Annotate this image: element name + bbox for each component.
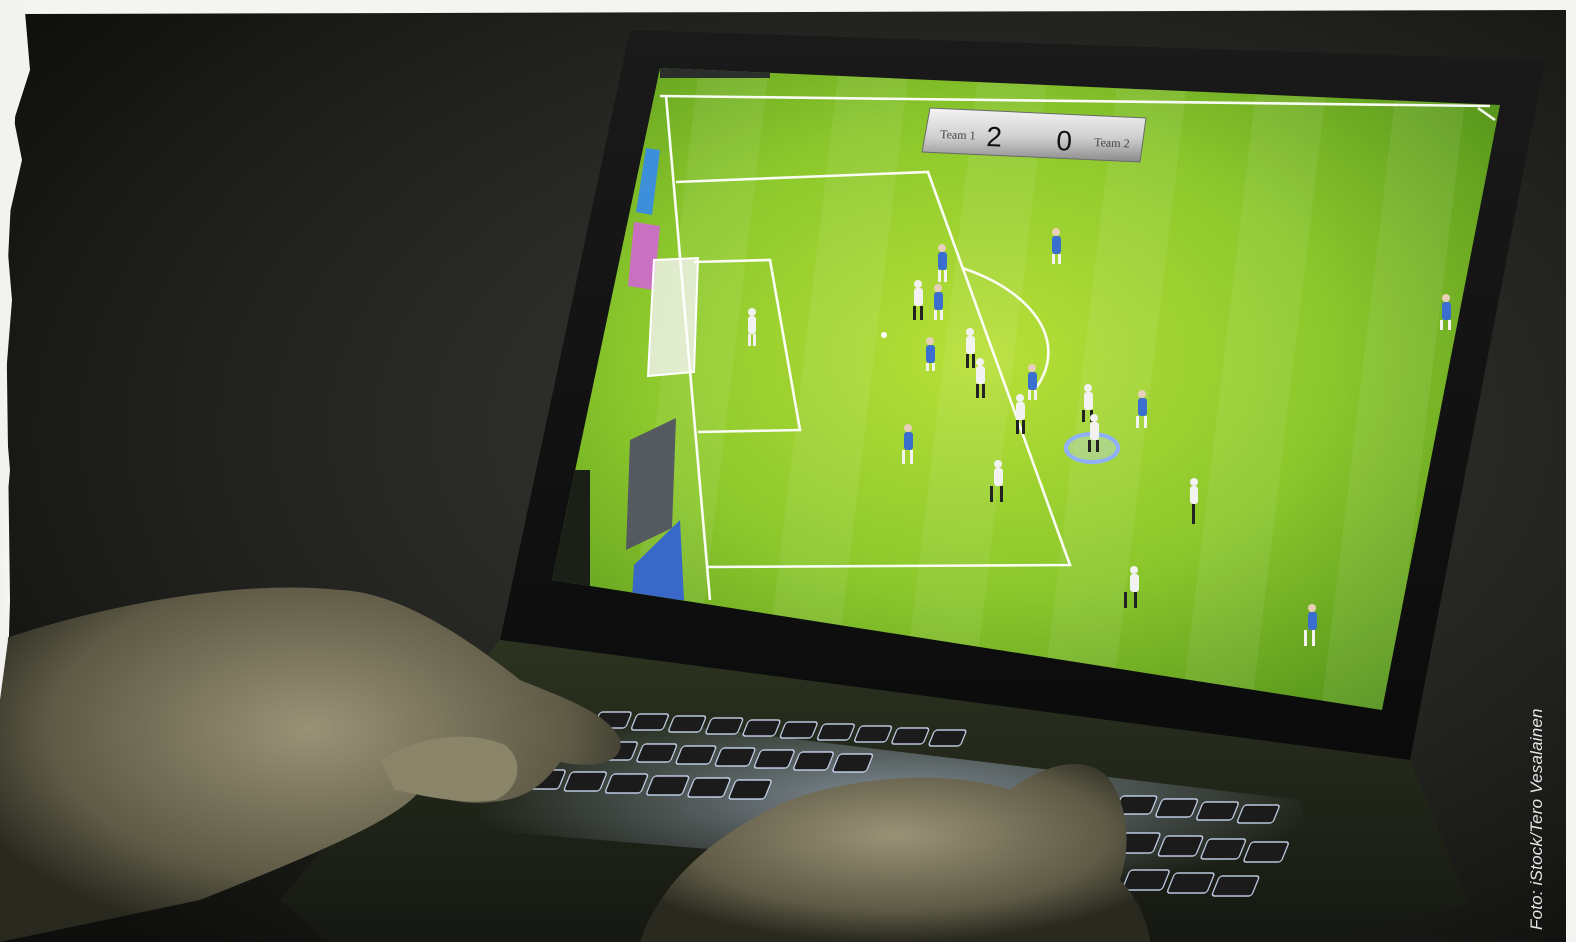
photo-credit: Foto: iStock/Tero Vesalainen: [1527, 708, 1546, 930]
team1-label: Team 1: [940, 127, 976, 143]
laptop-soccer-photo: Team 1 2 0 Team 2: [0, 0, 1576, 942]
scoreboard: Team 1 2 0 Team 2: [921, 107, 1147, 163]
ball: [881, 332, 887, 338]
goal: [646, 256, 700, 378]
team2-score: 0: [1056, 125, 1073, 157]
team2-label: Team 2: [1094, 135, 1130, 151]
team1-score: 2: [986, 121, 1003, 153]
